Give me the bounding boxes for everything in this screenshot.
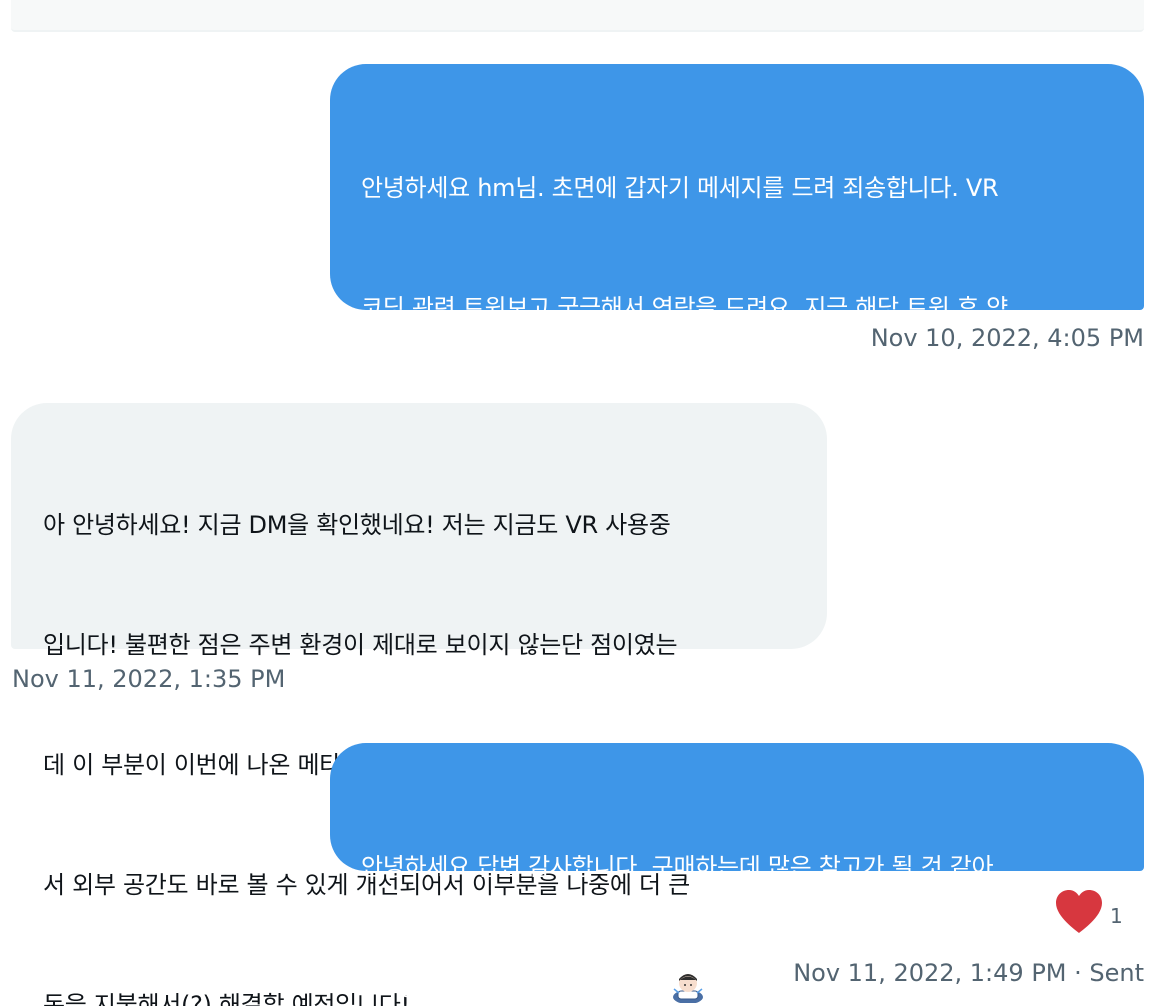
message-text-line: 입니다! 불편한 점은 주변 환경이 제대로 보이지 않는단 점이였는: [43, 631, 678, 659]
previous-message-card[interactable]: [11, 0, 1144, 32]
received-message-bubble[interactable]: 아 안녕하세요! 지금 DM을 확인했네요! 저는 지금도 VR 사용중 입니다…: [11, 403, 827, 1006]
message-text-line: 안녕하세요 답변 감사합니다. 구매하는데 많은 참고가 될 것 같아: [361, 853, 994, 881]
message-text: 요. 좋은 하루 되시길 바랍니다: [361, 973, 660, 1001]
message-text-line: 코딩 관련 트윗보고 궁금해서 연락을 드려요. 지금 해당 트윗 후 약: [361, 294, 1008, 322]
message-text-line: 안녕하세요 hm님. 초면에 갑자기 메세지를 드려 죄송합니다. VR: [361, 174, 999, 202]
heart-icon: [1054, 889, 1104, 939]
reaction-count: 1: [1110, 904, 1123, 928]
message-text-line: 아 안녕하세요! 지금 DM을 확인했네요! 저는 지금도 VR 사용중: [43, 511, 671, 539]
person-bowing-icon: [670, 967, 706, 1004]
message-timestamp: Nov 11, 2022, 1:35 PM: [12, 665, 286, 693]
dm-conversation: 안녕하세요 hm님. 초면에 갑자기 메세지를 드려 죄송합니다. VR 코딩 …: [0, 0, 1162, 1006]
sent-message-bubble[interactable]: 안녕하세요 답변 감사합니다. 구매하는데 많은 참고가 될 것 같아 요. 좋…: [330, 743, 1144, 1004]
message-timestamp: Nov 10, 2022, 4:05 PM: [870, 324, 1144, 352]
sent-message-bubble[interactable]: 안녕하세요 hm님. 초면에 갑자기 메세지를 드려 죄송합니다. VR 코딩 …: [330, 64, 1144, 682]
message-reaction[interactable]: 1: [1054, 889, 1123, 939]
message-timestamp: Nov 11, 2022, 1:49 PM · Sent: [793, 959, 1144, 987]
